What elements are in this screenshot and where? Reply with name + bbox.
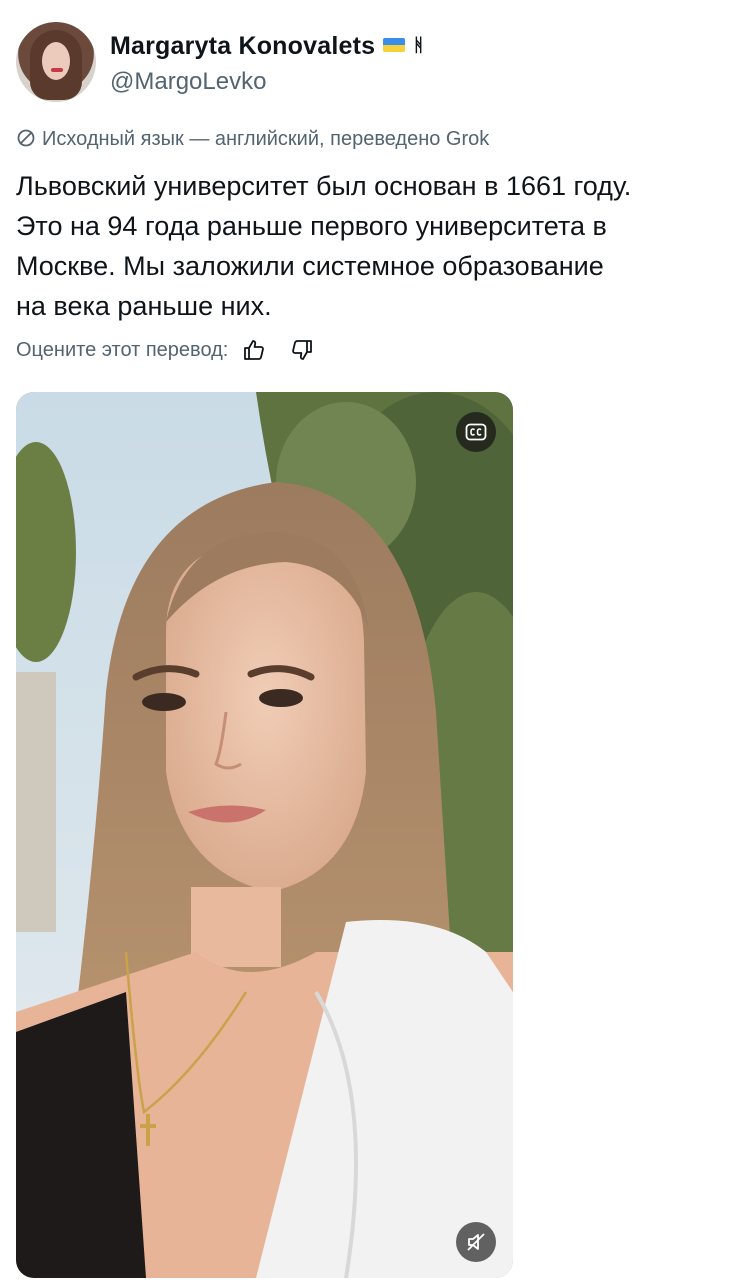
closed-captions-icon (465, 423, 487, 441)
thumbs-up-button[interactable] (242, 338, 266, 362)
closed-captions-button[interactable] (456, 412, 496, 452)
thumbs-down-button[interactable] (290, 338, 314, 362)
translation-note: Исходный язык — английский, переведено G… (16, 128, 489, 151)
ukraine-flag-icon (383, 38, 406, 53)
translate-icon (17, 129, 35, 147)
tweet-text: Львовский университет был основан в 1661… (16, 166, 732, 326)
video-frame (16, 392, 513, 1278)
display-name-text[interactable]: Margaryta Konovalets (110, 32, 375, 60)
author-avatar[interactable] (16, 22, 96, 102)
translation-note-text: Исходный язык — английский, переведено G… (42, 128, 490, 150)
tweet-text-line: Это на 94 года раньше первого университе… (16, 211, 607, 241)
tweet-text-line: на века раньше них. (16, 291, 272, 321)
tweet-text-line: Львовский университет был основан в 1661… (16, 171, 632, 201)
muted-speaker-icon (467, 1233, 485, 1251)
unmute-button[interactable] (456, 1222, 496, 1262)
video-player[interactable] (16, 392, 513, 1278)
translation-rating: Оцените этот перевод: (16, 338, 314, 362)
tweet-header: Margaryta Konovalets ᚻ @MargoLevko (16, 22, 716, 106)
author-handle[interactable]: @MargoLevko (110, 68, 266, 96)
author-display-name[interactable]: Margaryta Konovalets ᚻ (110, 32, 424, 61)
tweet-text-line: Москве. Мы заложили системное образовани… (16, 251, 604, 281)
thumbs-up-icon (244, 340, 265, 360)
trident-icon: ᚻ (413, 34, 425, 55)
thumbs-down-icon (292, 340, 313, 360)
rating-prompt: Оцените этот перевод: (16, 338, 229, 361)
